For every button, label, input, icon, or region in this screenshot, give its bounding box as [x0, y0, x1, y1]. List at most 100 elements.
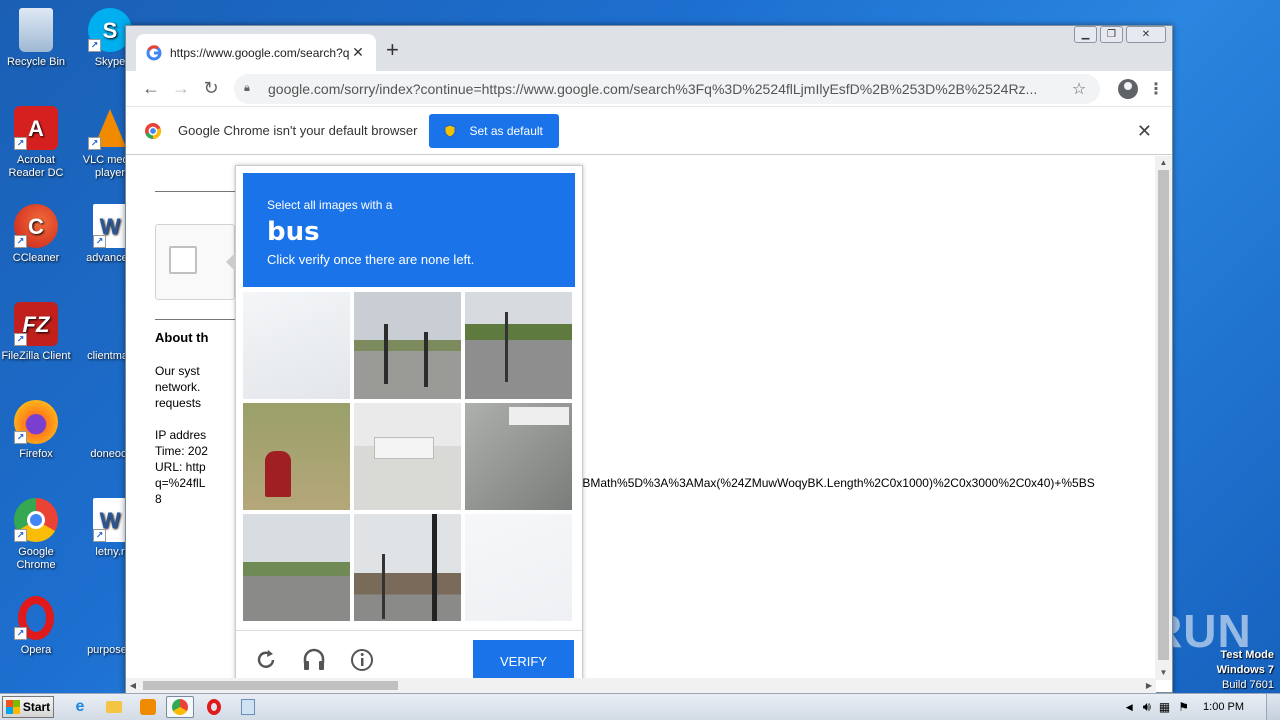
browser-toolbar: ← → ↻ 🔒︎ google.com/sorry/index?continue…	[126, 71, 1172, 107]
paragraph-line: requests	[155, 396, 202, 410]
browser-tab[interactable]: https://www.google.com/search?q= ✕	[136, 34, 376, 71]
notepad-icon	[241, 699, 255, 715]
desktop-icon-label: Recycle Bin	[6, 56, 66, 68]
desktop-icon-acrobat[interactable]: A ↗ Acrobat Reader DC	[0, 106, 74, 180]
window-controls: ▁ ❐ ✕	[1074, 26, 1166, 43]
forward-button[interactable]: →	[166, 74, 196, 104]
infobar-message: Google Chrome isn't your default browser	[178, 123, 418, 138]
reload-button[interactable]: ↻	[196, 74, 226, 104]
horizontal-scrollbar[interactable]: ◀ ▶	[126, 678, 1156, 693]
trailing-line: 8	[155, 492, 162, 506]
image-tile[interactable]	[465, 403, 572, 510]
word-doc-icon: W ↗	[93, 498, 127, 542]
firefox-icon: ↗	[14, 400, 58, 444]
back-button[interactable]: ←	[136, 74, 166, 104]
request-info: IP addres Time: 202 URL: http q=%24flL %…	[155, 427, 1095, 507]
reload-challenge-icon[interactable]	[253, 647, 279, 673]
paragraph-line: network.	[155, 380, 201, 394]
image-tile[interactable]	[354, 514, 461, 621]
paragraph-line: Our syst	[155, 364, 200, 378]
desktop-icon-label: Acrobat Reader DC	[8, 154, 64, 179]
taskbar-chrome[interactable]	[166, 696, 194, 718]
recaptcha-checkbox[interactable]	[169, 246, 197, 274]
taskbar-notepad[interactable]	[234, 696, 262, 718]
address-bar[interactable]: 🔒︎ google.com/sorry/index?continue=https…	[234, 73, 1100, 104]
new-tab-button[interactable]: +	[386, 38, 399, 62]
scroll-left-icon[interactable]: ◀	[126, 678, 140, 693]
desktop-icon-filezilla[interactable]: FZ ↗ FileZilla Client	[0, 302, 74, 363]
account-icon[interactable]	[1118, 78, 1138, 99]
media-player-icon	[140, 699, 156, 715]
volume-icon[interactable]: 🔊︎	[1143, 699, 1151, 715]
recaptcha-checkbox-widget	[155, 224, 235, 300]
bookmark-star-icon[interactable]: ☆	[1068, 79, 1090, 99]
filezilla-icon: FZ ↗	[14, 302, 58, 346]
recycle-bin-icon	[19, 8, 53, 52]
close-tab-icon[interactable]: ✕	[350, 44, 366, 61]
image-tile[interactable]	[465, 292, 572, 399]
system-tray: ◀ 🔊︎ ▦ ⚑ 1:00 PM	[1126, 694, 1280, 720]
test-mode-line: Windows 7	[1216, 664, 1274, 676]
audio-challenge-icon[interactable]	[301, 647, 327, 673]
url-text[interactable]: google.com/sorry/index?continue=https://…	[268, 81, 1068, 97]
start-label: Start	[22, 700, 51, 714]
verify-button[interactable]: VERIFY	[473, 640, 574, 680]
taskbar-opera[interactable]	[200, 696, 228, 718]
taskbar: Start e ◀ 🔊︎ ▦ ⚑ 1:00 PM	[0, 693, 1280, 720]
set-as-default-label: Set as default	[469, 123, 543, 138]
image-grid	[243, 292, 575, 621]
challenge-footer: VERIFY	[236, 630, 582, 680]
lock-icon: 🔒︎	[244, 82, 250, 94]
query-tail: %2C%5BMath%5D%3A%3AMax(%24ZMuwWoqyBK.Len…	[539, 476, 1095, 490]
set-as-default-button[interactable]: Set as default	[429, 113, 559, 148]
tray-expand-icon[interactable]: ◀	[1126, 702, 1133, 713]
info-icon[interactable]	[349, 647, 375, 673]
scroll-down-icon[interactable]: ▼	[1155, 666, 1172, 680]
instruction-small: Select all images with a	[267, 198, 393, 212]
vertical-scrollbar[interactable]: ▲ ▼	[1155, 156, 1172, 680]
desktop-icon-chrome[interactable]: ↗ Google Chrome	[0, 498, 74, 572]
title-bar: https://www.google.com/search?q= ✕ + ▁ ❐…	[126, 26, 1172, 71]
test-mode-line: Test Mode	[1220, 649, 1274, 661]
folder-icon	[106, 701, 122, 713]
taskbar-explorer[interactable]	[100, 696, 128, 718]
scroll-right-icon[interactable]: ▶	[1142, 678, 1156, 693]
taskbar-media-player[interactable]	[134, 696, 162, 718]
network-icon[interactable]: ▦	[1159, 700, 1170, 714]
target-word: bus	[267, 217, 320, 247]
scroll-up-icon[interactable]: ▲	[1155, 156, 1172, 170]
ccleaner-icon: C ↗	[14, 204, 58, 248]
taskbar-ie[interactable]: e	[66, 696, 94, 718]
image-tile[interactable]	[354, 292, 461, 399]
image-tile[interactable]	[243, 403, 350, 510]
minimize-button[interactable]: ▁	[1074, 26, 1097, 43]
action-center-flag-icon[interactable]: ⚑	[1178, 700, 1189, 714]
desktop-icon-opera[interactable]: ↗ Opera	[0, 596, 74, 657]
image-tile[interactable]	[354, 403, 461, 510]
tab-title: https://www.google.com/search?q=	[170, 45, 350, 60]
scroll-thumb[interactable]	[143, 681, 398, 690]
test-mode-line: Build 7601	[1222, 679, 1274, 691]
desktop-icon-recycle-bin[interactable]: Recycle Bin	[0, 8, 74, 69]
chrome-icon: ↗	[14, 498, 58, 542]
clock[interactable]: 1:00 PM	[1203, 701, 1244, 713]
image-tile[interactable]	[243, 514, 350, 621]
desktop-icon-ccleaner[interactable]: C ↗ CCleaner	[0, 204, 74, 265]
desktop-icon-firefox[interactable]: ↗ Firefox	[0, 400, 74, 461]
image-tile[interactable]	[465, 514, 572, 621]
menu-kebab-icon[interactable]: ⋮	[1148, 79, 1164, 99]
start-button[interactable]: Start	[2, 696, 54, 718]
query-line: q=%24flL %2C%5BMath%5D%3A%3AMax(%24ZMuwW…	[155, 475, 1095, 491]
close-window-button[interactable]: ✕	[1126, 26, 1166, 43]
default-browser-infobar: Google Chrome isn't your default browser…	[126, 107, 1172, 155]
desktop-icon-label: doneoct	[90, 448, 130, 460]
image-tile[interactable]	[243, 292, 350, 399]
ie-icon: e	[75, 698, 85, 715]
close-infobar-icon[interactable]: ✕	[1137, 121, 1152, 142]
maximize-button[interactable]: ❐	[1100, 26, 1123, 43]
test-mode-notice: Test Mode Windows 7 Build 7601	[1217, 648, 1274, 693]
scroll-thumb[interactable]	[1158, 170, 1169, 660]
windows-flag-icon	[5, 700, 20, 714]
desktop-icon-label: FileZilla Client	[1, 350, 71, 362]
show-desktop-button[interactable]	[1266, 694, 1280, 720]
